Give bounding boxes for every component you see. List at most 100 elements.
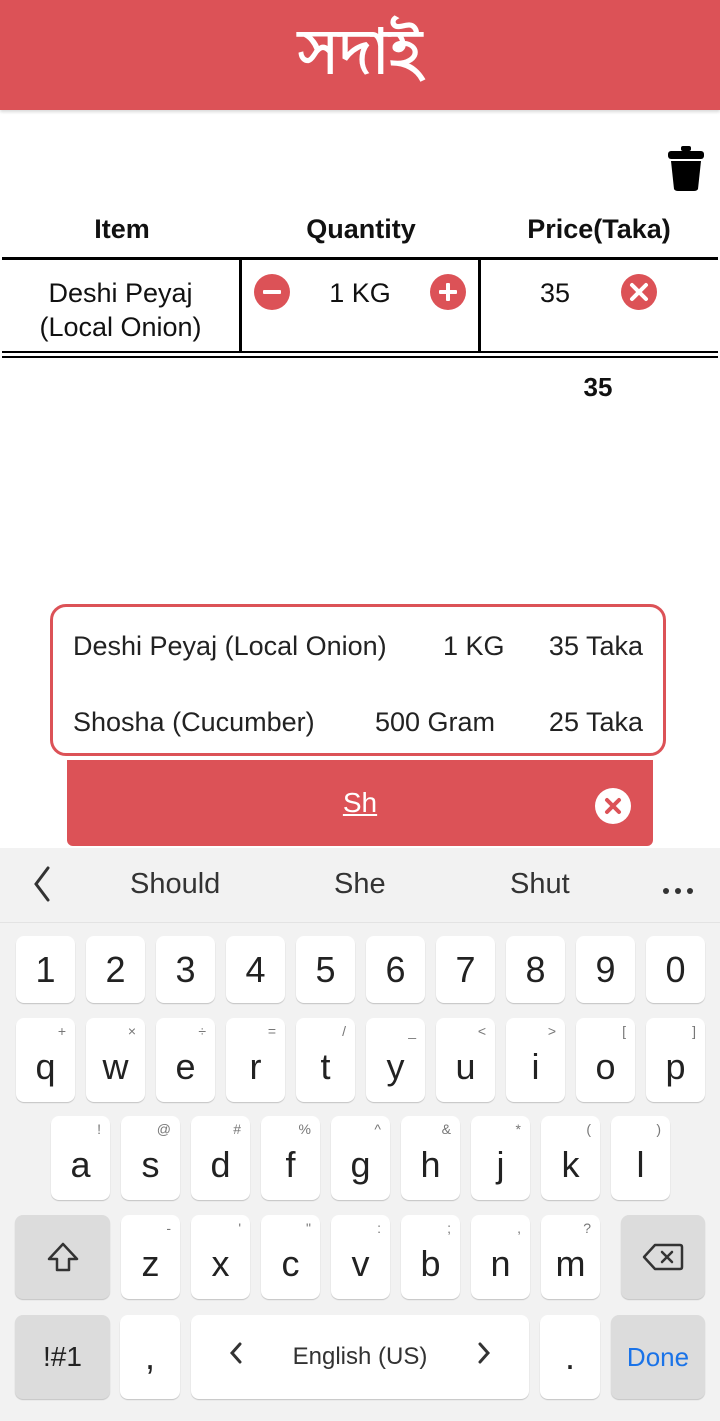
key[interactable]: * j (471, 1116, 530, 1200)
minus-icon (263, 290, 281, 294)
key-secondary-symbol: ; (447, 1220, 451, 1236)
key-secondary-symbol: " (306, 1220, 311, 1236)
key-label: l (636, 1144, 645, 1185)
key-label: t (320, 1046, 331, 1087)
prediction-word[interactable]: Should (130, 868, 220, 901)
key[interactable]: (k (541, 1116, 600, 1200)
item-name: Deshi Peyaj (Local Onion) (2, 276, 239, 344)
more-icon[interactable] (662, 874, 694, 894)
prediction-word[interactable]: She (334, 868, 386, 901)
key-secondary-symbol: : (377, 1220, 381, 1236)
item-name-line1: Deshi Peyaj (48, 278, 193, 308)
key-label: x (211, 1243, 230, 1284)
key-secondary-symbol: ' (238, 1220, 241, 1236)
key[interactable]: + q (16, 1018, 75, 1102)
key[interactable]: 9 (576, 936, 635, 1003)
decrease-quantity-button[interactable] (254, 274, 290, 310)
key-secondary-symbol: % (298, 1121, 311, 1137)
key-label: p (665, 1046, 686, 1087)
key[interactable]: " c (261, 1215, 320, 1299)
key[interactable]: :v (331, 1215, 390, 1299)
key[interactable]: ) l (611, 1116, 670, 1200)
key[interactable]: ,n (471, 1215, 530, 1299)
key[interactable]: ' x (191, 1215, 250, 1299)
key-secondary-symbol: @ (156, 1121, 171, 1137)
clear-search-button[interactable] (595, 788, 631, 824)
search-input[interactable] (167, 784, 553, 822)
key[interactable]: 8 (506, 936, 565, 1003)
key[interactable]: ÷ e (156, 1018, 215, 1102)
table-row: Deshi Peyaj (Local Onion) 1 KG 35 (0, 260, 720, 352)
key[interactable]: @ s (121, 1116, 180, 1200)
key-label: 4 (245, 948, 266, 990)
key[interactable]: × w (86, 1018, 145, 1102)
key[interactable]: 0 (646, 936, 705, 1003)
key-secondary-symbol: ) (656, 1121, 661, 1137)
shift-key[interactable] (15, 1215, 110, 1299)
suggestion-list: Deshi Peyaj (Local Onion) 1 KG 35 Taka S… (50, 604, 666, 756)
key[interactable]: 7 (436, 936, 495, 1003)
key-secondary-symbol: [ (622, 1023, 626, 1039)
key[interactable]: # d (191, 1116, 250, 1200)
key-secondary-symbol: & (441, 1121, 451, 1137)
done-key[interactable]: Done (611, 1315, 705, 1399)
key-label: 9 (595, 948, 616, 990)
key[interactable]: ! a (51, 1116, 110, 1200)
key-label: q (35, 1046, 56, 1087)
key-label: c (281, 1243, 300, 1284)
comma-key[interactable]: , (120, 1315, 180, 1399)
prediction-bar: Should She Shut (0, 848, 720, 923)
key-secondary-symbol: ] (692, 1023, 696, 1039)
key-label: 6 (385, 948, 406, 990)
key-secondary-symbol: + (57, 1023, 66, 1039)
trash-icon[interactable] (666, 145, 706, 191)
suggestion-item[interactable]: Deshi Peyaj (Local Onion) 1 KG 35 Taka (73, 631, 643, 671)
key-secondary-symbol: = (267, 1023, 276, 1039)
suggestion-name: Deshi Peyaj (Local Onion) (73, 631, 387, 661)
key[interactable]: < u (436, 1018, 495, 1102)
item-quantity: 1 KG (329, 278, 391, 308)
key[interactable]: = r (226, 1018, 285, 1102)
key[interactable]: 4 (226, 936, 285, 1003)
close-icon (605, 798, 621, 814)
space-key[interactable]: English (US) (191, 1315, 529, 1399)
key-label: m (555, 1243, 586, 1284)
close-icon (630, 283, 648, 301)
chevron-left-icon (229, 1341, 243, 1372)
key[interactable]: ] p (646, 1018, 705, 1102)
key[interactable]: 1 (16, 936, 75, 1003)
key[interactable]: % f (261, 1116, 320, 1200)
key[interactable]: [o (576, 1018, 635, 1102)
shift-icon (47, 1242, 78, 1272)
key[interactable]: _ y (366, 1018, 425, 1102)
prediction-word[interactable]: Shut (510, 868, 570, 901)
backspace-key[interactable] (621, 1215, 705, 1299)
key-label: o (595, 1046, 616, 1087)
chevron-right-icon (477, 1341, 491, 1372)
key-label: 8 (525, 948, 546, 990)
symbols-key[interactable]: !#1 (15, 1315, 110, 1399)
key[interactable]: 3 (156, 936, 215, 1003)
key-label: n (490, 1243, 511, 1284)
remove-item-button[interactable] (621, 274, 657, 310)
chevron-left-icon[interactable] (30, 864, 54, 904)
key[interactable]: / t (296, 1018, 355, 1102)
key-label: 3 (175, 948, 196, 990)
increase-quantity-button[interactable] (430, 274, 466, 310)
suggestion-item[interactable]: Shosha (Cucumber) 500 Gram 25 Taka (73, 707, 643, 747)
key[interactable]: 6 (366, 936, 425, 1003)
suggestion-name: Shosha (Cucumber) (73, 707, 315, 737)
key-label: v (351, 1243, 370, 1284)
key[interactable]: > i (506, 1018, 565, 1102)
key[interactable]: 2 (86, 936, 145, 1003)
key[interactable]: -z (121, 1215, 180, 1299)
key[interactable]: ; b (401, 1215, 460, 1299)
key-label: r (249, 1046, 262, 1087)
key[interactable]: 5 (296, 936, 355, 1003)
period-key[interactable]: . (540, 1315, 600, 1399)
column-header-item: Item (94, 214, 150, 244)
key[interactable]: ? m (541, 1215, 600, 1299)
key[interactable]: & h (401, 1116, 460, 1200)
key-secondary-symbol: - (166, 1220, 171, 1236)
key[interactable]: ^ g (331, 1116, 390, 1200)
